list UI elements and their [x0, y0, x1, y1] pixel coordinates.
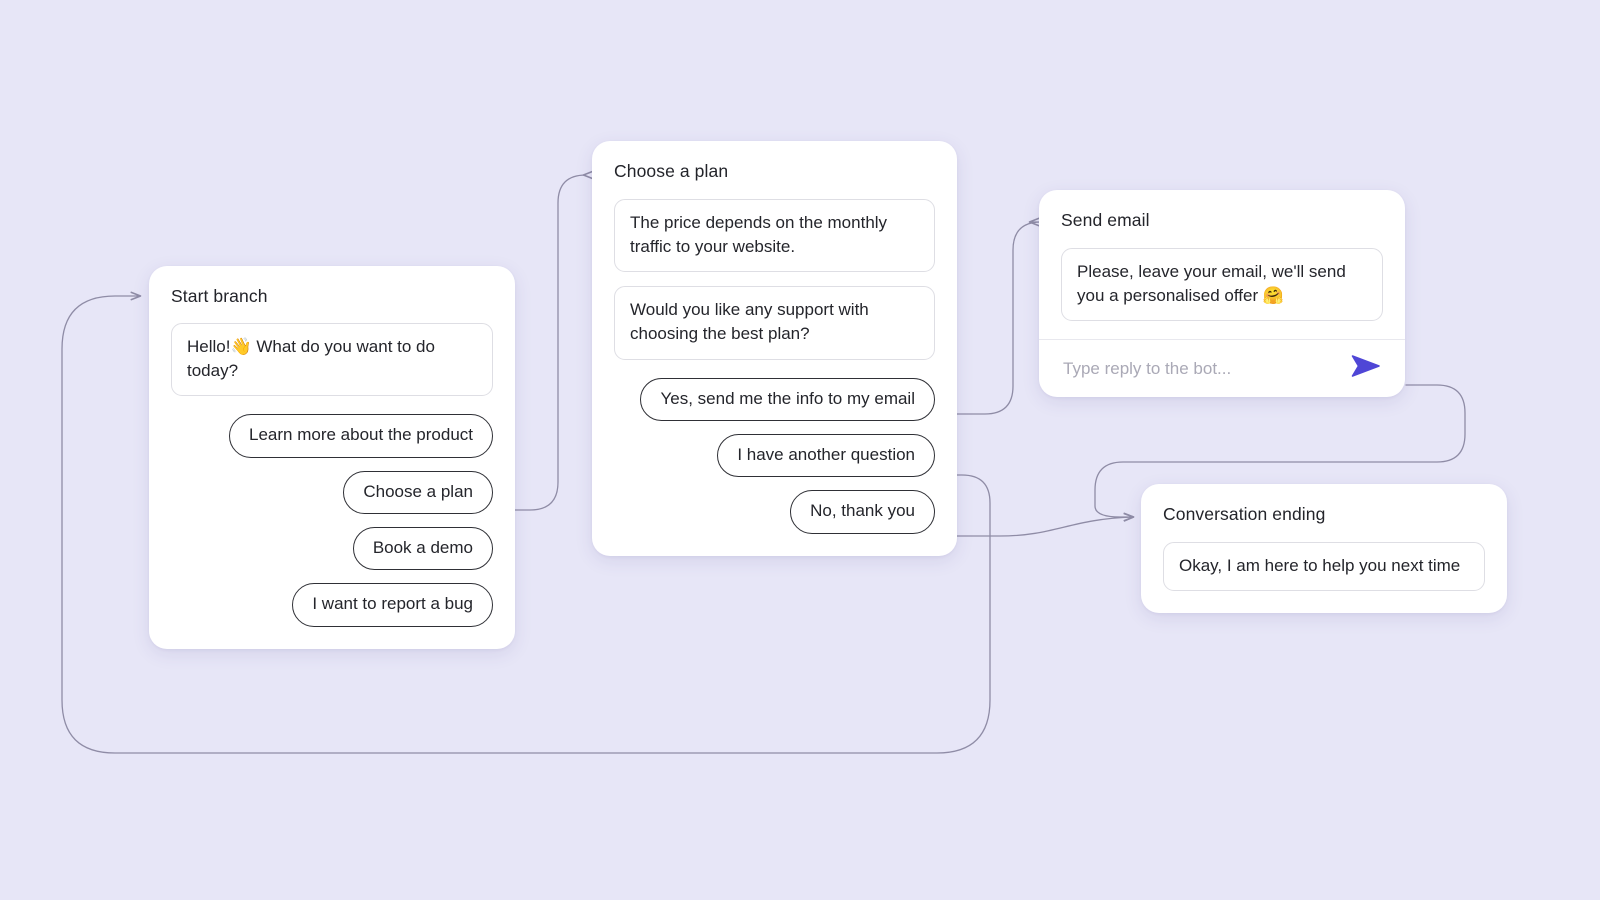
node-choose-a-plan[interactable]: Choose a plan The price depends on the m… — [592, 141, 957, 556]
bot-message-bubble: Hello!👋 What do you want to do today? — [171, 323, 493, 397]
choice-yes-send-me-the-info-to-my-email[interactable]: Yes, send me the info to my email — [640, 377, 935, 421]
choice-i-have-another-question[interactable]: I have another question — [717, 433, 935, 478]
choice-choose-a-plan[interactable]: Choose a plan — [343, 470, 493, 515]
node-title: Choose a plan — [614, 161, 729, 181]
node-conversation-ending[interactable]: Conversation ending Okay, I am here to h… — [1141, 484, 1507, 614]
node-title: Send email — [1061, 210, 1150, 230]
bot-message-bubble: The price depends on the monthly traffic… — [614, 199, 935, 273]
choice-i-want-to-report-a-bug[interactable]: I want to report a bug — [292, 583, 493, 627]
bot-message-bubble: Please, leave your email, we'll send you… — [1061, 248, 1383, 322]
flow-canvas[interactable]: Start branch Hello!👋 What do you want to… — [0, 0, 1600, 900]
choice-list: Yes, send me the info to my email I have… — [614, 377, 935, 534]
reply-input[interactable]: Type reply to the bot... — [1063, 359, 1231, 379]
node-start-branch[interactable]: Start branch Hello!👋 What do you want to… — [149, 266, 515, 649]
choice-no-thank-you[interactable]: No, thank you — [790, 490, 935, 534]
edge-yes-email-to-send-email — [942, 222, 1042, 415]
node-send-email[interactable]: Send email Please, leave your email, we'… — [1039, 190, 1405, 398]
bot-message-bubble: Okay, I am here to help you next time — [1163, 542, 1485, 592]
choice-book-a-demo[interactable]: Book a demo — [352, 527, 493, 571]
send-paper-plane-icon[interactable] — [1351, 354, 1381, 383]
reply-bar[interactable]: Type reply to the bot... — [1039, 339, 1405, 397]
bot-message-bubble: Would you like any support with choosing… — [614, 286, 935, 360]
node-title: Conversation ending — [1163, 504, 1326, 524]
choice-learn-more-about-the-product[interactable]: Learn more about the product — [229, 414, 493, 458]
edge-no-thank-you-to-ending — [942, 517, 1133, 537]
node-title: Start branch — [171, 286, 268, 306]
choice-list: Learn more about the product Choose a pl… — [171, 414, 493, 627]
